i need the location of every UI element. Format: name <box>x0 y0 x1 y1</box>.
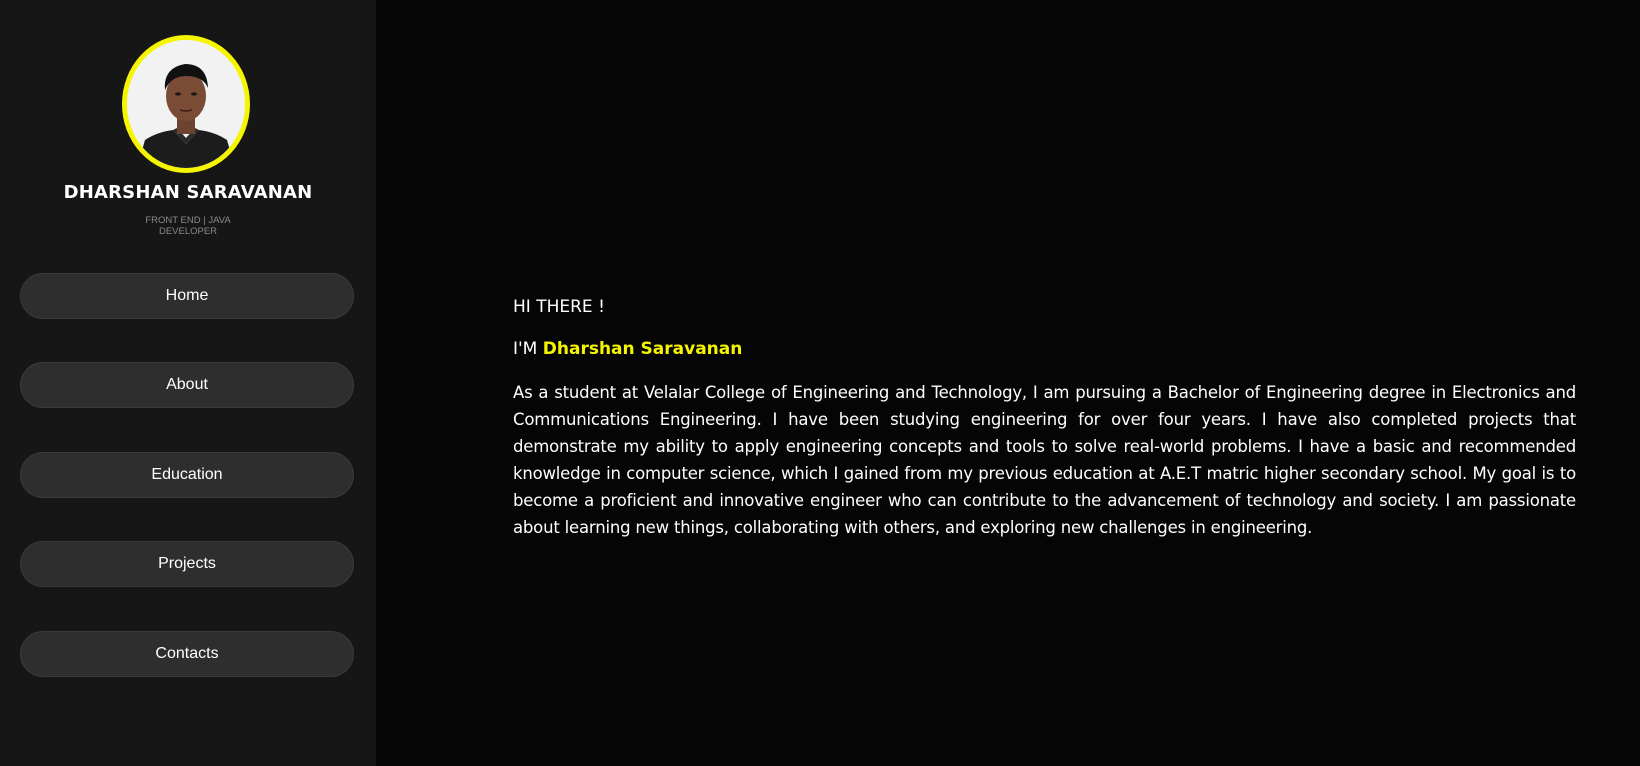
intro-name: Dharshan Saravanan <box>542 339 743 359</box>
about-section: HI THERE ! I'M Dharshan Saravanan As a s… <box>513 297 1576 541</box>
nav-projects-button[interactable]: Projects <box>20 541 354 587</box>
profile-name: DHARSHAN SARAVANAN <box>63 182 313 203</box>
greeting-text: HI THERE ! <box>513 297 605 317</box>
portfolio-page: DHARSHAN SARAVANAN FRONT END | JAVA DEVE… <box>0 0 1640 766</box>
profile-photo <box>127 40 245 168</box>
nav-about-button[interactable]: About <box>20 362 354 408</box>
intro-heading: I'M Dharshan Saravanan <box>513 339 1576 359</box>
sidebar: DHARSHAN SARAVANAN FRONT END | JAVA DEVE… <box>0 0 376 766</box>
intro-prefix: I'M <box>513 339 543 359</box>
profile-role: FRONT END | JAVA DEVELOPER <box>145 215 231 237</box>
main-content: HI THERE ! I'M Dharshan Saravanan As a s… <box>376 0 1640 766</box>
nav-home-button[interactable]: Home <box>20 273 354 319</box>
nav-education-button[interactable]: Education <box>20 452 354 498</box>
nav-contacts-button[interactable]: Contacts <box>20 631 354 677</box>
bio-paragraph: As a student at Velalar College of Engin… <box>513 383 1576 537</box>
avatar <box>122 35 250 173</box>
